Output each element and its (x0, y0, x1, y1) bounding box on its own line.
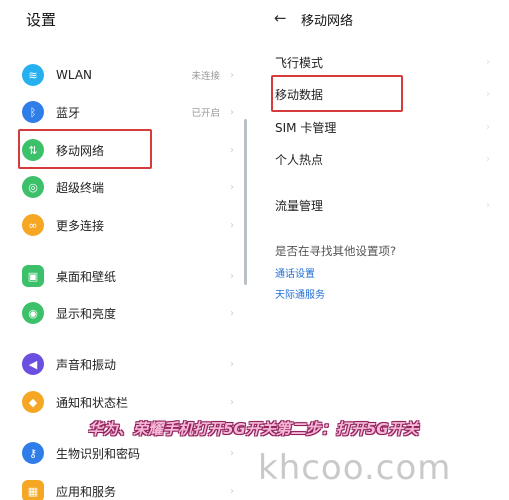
chevron-right-icon: › (230, 219, 234, 231)
chevron-right-icon: › (486, 153, 490, 165)
settings-item-wlan[interactable]: ≋ WLAN 未连接 › (22, 60, 234, 90)
settings-item-sound[interactable]: ◀ 声音和振动 › (22, 349, 234, 379)
search-suggestion-text: 是否在寻找其他设置项? (275, 244, 397, 258)
wifi-icon: ≋ (22, 64, 44, 86)
item-label: 显示和亮度 (56, 306, 117, 321)
chevron-right-icon: › (230, 270, 234, 282)
chevron-right-icon: › (486, 121, 490, 133)
chevron-right-icon: › (230, 307, 234, 319)
bell-icon: ◆ (22, 391, 44, 413)
highlight-box-mobile-data (271, 75, 403, 112)
item-label: 蓝牙 (56, 105, 81, 120)
menu-item-data-usage[interactable]: 流量管理 › (275, 191, 490, 219)
apps-icon: ▦ (22, 480, 44, 500)
chevron-right-icon: › (230, 447, 234, 459)
chevron-right-icon: › (486, 88, 490, 100)
item-label: 通知和状态栏 (56, 395, 129, 410)
settings-item-biometrics[interactable]: ⚷ 生物识别和密码 › (22, 438, 234, 468)
settings-item-more-connections[interactable]: ∞ 更多连接 › (22, 210, 234, 240)
item-label: 应用和服务 (56, 484, 117, 499)
item-label: 桌面和壁纸 (56, 269, 117, 284)
page-title: 设置 (26, 11, 57, 29)
item-label: 飞行模式 (275, 55, 324, 70)
sound-icon: ◀ (22, 353, 44, 375)
menu-item-airplane-mode[interactable]: 飞行模式 › (275, 48, 490, 76)
link-skytone-service[interactable]: 天际通服务 (275, 286, 325, 301)
item-status: 未连接 (191, 71, 220, 82)
watermark: khcoo.com (258, 448, 452, 488)
settings-item-super-device[interactable]: ◎ 超级终端 › (22, 172, 234, 202)
chevron-right-icon: › (230, 396, 234, 408)
chevron-right-icon: › (230, 106, 234, 118)
chevron-right-icon: › (486, 56, 490, 68)
item-label: 超级终端 (56, 180, 105, 195)
item-label: 生物识别和密码 (56, 446, 141, 461)
link-call-settings[interactable]: 通话设置 (275, 265, 315, 280)
settings-item-notifications[interactable]: ◆ 通知和状态栏 › (22, 387, 234, 417)
settings-item-apps[interactable]: ▦ 应用和服务 › (22, 476, 234, 500)
eye-icon: ◉ (22, 302, 44, 324)
menu-item-sim-management[interactable]: SIM 卡管理 › (275, 113, 490, 141)
chevron-right-icon: › (230, 69, 234, 81)
detail-title: 移动网络 (301, 14, 354, 29)
chevron-right-icon: › (230, 181, 234, 193)
wallpaper-icon: ▣ (22, 265, 44, 287)
menu-item-hotspot[interactable]: 个人热点 › (275, 145, 490, 173)
item-label: SIM 卡管理 (275, 120, 337, 135)
key-icon: ⚷ (22, 442, 44, 464)
item-label: 流量管理 (275, 198, 324, 213)
chevron-right-icon: › (230, 358, 234, 370)
caption-banner: 华为、荣耀手机打开5G开关第二步：打开5G开关 (88, 420, 419, 438)
back-arrow-icon[interactable]: ← (274, 9, 287, 27)
super-device-icon: ◎ (22, 176, 44, 198)
settings-item-display[interactable]: ◉ 显示和亮度 › (22, 298, 234, 328)
item-label: 更多连接 (56, 218, 105, 233)
bluetooth-icon: ᛒ (22, 101, 44, 123)
scrollbar[interactable] (244, 119, 247, 285)
chevron-right-icon: › (230, 144, 234, 156)
item-label: WLAN (56, 68, 93, 82)
settings-item-bluetooth[interactable]: ᛒ 蓝牙 已开启 › (22, 97, 234, 127)
item-status: 已开启 (191, 108, 220, 119)
link-icon: ∞ (22, 214, 44, 236)
chevron-right-icon: › (230, 485, 234, 497)
highlight-box-mobile-network (18, 129, 152, 169)
item-label: 个人热点 (275, 152, 324, 167)
settings-item-wallpaper[interactable]: ▣ 桌面和壁纸 › (22, 261, 234, 291)
chevron-right-icon: › (486, 199, 490, 211)
item-label: 声音和振动 (56, 357, 117, 372)
